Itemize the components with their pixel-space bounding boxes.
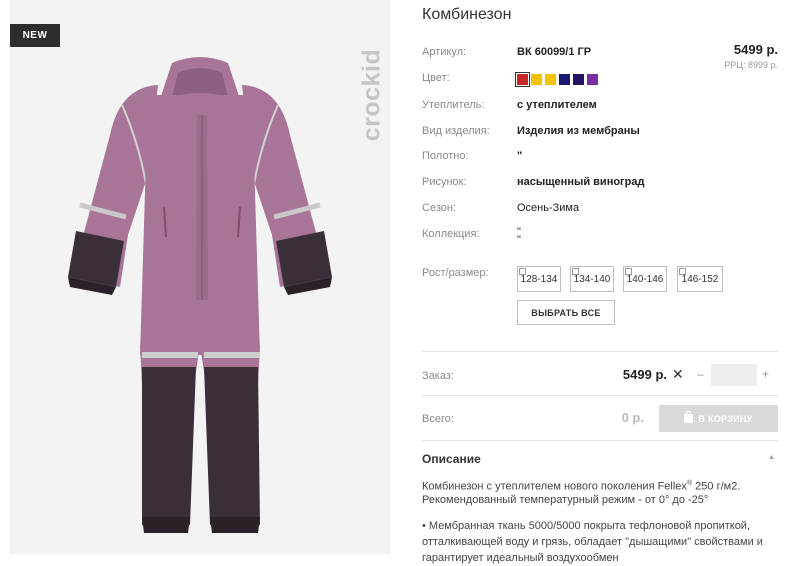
description-paragraph-3-line-1: • Мембранная ткань 5000/5000 покрыта теф… [422,520,751,532]
size-checkbox[interactable] [519,268,526,275]
remove-icon[interactable]: ✕ [672,366,684,383]
insulation-value: с утеплителем [517,99,597,111]
collection-label: Коллекция: [422,228,480,240]
fabric-value: " [517,150,523,162]
divider [422,395,778,396]
size-option-label: 146-152 [681,273,719,285]
size-checkbox[interactable] [679,268,686,275]
size-option-128-134[interactable]: 128-134 [517,266,561,292]
size-option-label: 128-134 [520,273,558,285]
size-checkbox[interactable] [625,268,632,275]
divider [422,440,778,441]
order-label: Заказ: [422,370,454,382]
description-paragraph-3-line-3: гарантирует идеальный воздухообмен [422,552,619,564]
color-swatch-red[interactable] [515,72,530,87]
article-value: ВК 60099/1 ГР [517,46,592,58]
decrease-quantity-button[interactable]: – [697,367,704,381]
total-price: 0 р. [621,410,644,425]
size-option-134-140[interactable]: 134-140 [570,266,614,292]
size-option-label: 134-140 [573,273,611,285]
collapse-arrow-icon[interactable]: ▲ [768,454,775,461]
season-label: Сезон: [422,202,456,214]
color-swatch-indigo[interactable] [573,74,584,85]
shopping-bag-icon [684,411,694,423]
collection-value-2: " [517,234,521,246]
brand-logo-text: crockid [357,48,386,142]
size-checkbox[interactable] [572,268,579,275]
article-label: Артикул: [422,46,467,58]
rrc-price: РРЦ: 8999 р. [724,60,778,70]
size-option-140-146[interactable]: 140-146 [623,266,667,292]
brand-logo: crockid [352,30,390,160]
color-swatch-navy[interactable] [559,74,570,85]
product-price: 5499 р. [733,42,778,57]
size-label: Рост/размер: [422,267,489,279]
order-price: 5499 р. [622,367,667,382]
color-swatch-yellow[interactable] [531,74,542,85]
description-paragraph-2: Рекомендованный температурный режим - от… [422,494,709,506]
color-label: Цвет: [422,72,450,84]
jumpsuit-image [68,57,332,533]
color-swatches [515,72,598,87]
description-text: Комбинезон с утеплителем нового поколени… [422,480,687,493]
insulation-label: Утеплитель: [422,99,485,111]
quantity-input[interactable] [711,364,757,386]
description-text: 250 г/м2. [692,480,741,493]
product-photo[interactable]: NEW crockid [10,0,390,554]
color-swatch-yellow-2[interactable] [545,74,556,85]
divider [422,351,778,352]
product-type-label: Вид изделия: [422,125,490,137]
description-paragraph-3-line-2: отталкивающей воду и грязь, обладает "ды… [422,536,763,548]
product-type-value: Изделия из мембраны [517,125,640,137]
increase-quantity-button[interactable]: + [762,367,769,381]
season-value: Осень-Зима [517,202,580,214]
add-to-cart-label: В КОРЗИНУ [698,413,753,424]
color-swatch-purple[interactable] [587,74,598,85]
description-title[interactable]: Описание [422,452,481,466]
pattern-value: насыщенный виноград [517,176,645,188]
fabric-label: Полотно: [422,150,469,162]
total-label: Всего: [422,413,454,425]
pattern-label: Рисунок: [422,176,467,188]
add-to-cart-button[interactable]: В КОРЗИНУ [659,405,778,432]
select-all-button[interactable]: ВЫБРАТЬ ВСЕ [517,300,615,325]
product-title: Комбинезон [422,6,512,23]
new-badge: NEW [10,24,60,47]
size-option-label: 140-146 [626,273,664,285]
size-option-146-152[interactable]: 146-152 [677,266,723,292]
